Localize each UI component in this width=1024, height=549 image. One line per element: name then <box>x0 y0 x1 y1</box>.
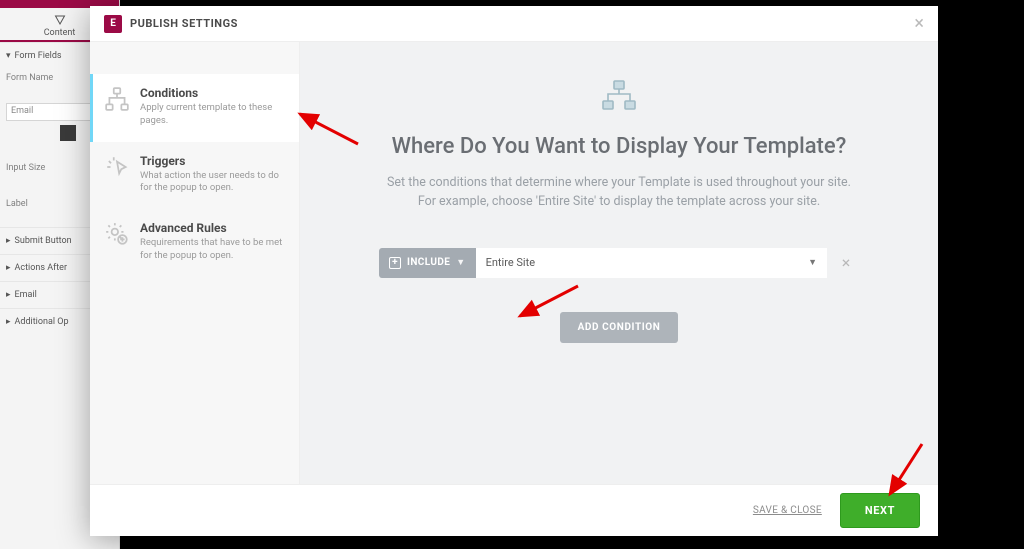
condition-select[interactable]: Entire Site ▼ <box>476 248 827 278</box>
settings-sidebar: Conditions Apply current template to the… <box>90 42 300 484</box>
sidebar-item-title: Conditions <box>140 86 287 100</box>
modal-footer: SAVE & CLOSE NEXT <box>90 484 938 536</box>
sitemap-icon <box>104 86 130 112</box>
condition-row: + INCLUDE ▼ Entire Site ▼ × <box>379 248 859 278</box>
next-button[interactable]: NEXT <box>840 493 920 528</box>
main-subtext: Set the conditions that determine where … <box>379 173 859 212</box>
condition-value: Entire Site <box>486 256 535 269</box>
sidebar-item-title: Triggers <box>140 154 287 168</box>
sidebar-item-triggers[interactable]: Triggers What action the user needs to d… <box>90 142 299 210</box>
include-label: INCLUDE <box>407 257 450 268</box>
main-heading: Where Do You Want to Display Your Templa… <box>392 134 847 159</box>
sidebar-item-desc: Requirements that have to be met for the… <box>140 237 287 263</box>
main-panel: Where Do You Want to Display Your Templa… <box>300 42 938 484</box>
elementor-logo-icon: E <box>104 15 122 33</box>
plus-icon: + <box>389 257 401 269</box>
publish-settings-modal: E PUBLISH SETTINGS × Conditio <box>90 6 938 536</box>
add-condition-button[interactable]: ADD CONDITION <box>560 312 679 343</box>
save-and-close-link[interactable]: SAVE & CLOSE <box>753 505 822 516</box>
sidebar-item-conditions[interactable]: Conditions Apply current template to the… <box>90 74 299 142</box>
include-toggle-button[interactable]: + INCLUDE ▼ <box>379 248 476 278</box>
chevron-down-icon: ▼ <box>456 257 465 268</box>
sidebar-item-title: Advanced Rules <box>140 221 287 235</box>
sidebar-item-desc: What action the user needs to do for the… <box>140 170 287 196</box>
conditions-hero-icon <box>602 80 636 110</box>
sidebar-item-desc: Apply current template to these pages. <box>140 102 287 128</box>
gear-icon <box>104 221 130 247</box>
remove-condition-icon[interactable]: × <box>833 253 859 272</box>
close-icon[interactable]: × <box>914 15 924 33</box>
modal-header: E PUBLISH SETTINGS × <box>90 6 938 42</box>
modal-title: PUBLISH SETTINGS <box>130 17 238 30</box>
click-icon <box>104 154 130 180</box>
sidebar-item-advanced-rules[interactable]: Advanced Rules Requirements that have to… <box>90 209 299 277</box>
chevron-down-icon: ▼ <box>808 257 817 268</box>
